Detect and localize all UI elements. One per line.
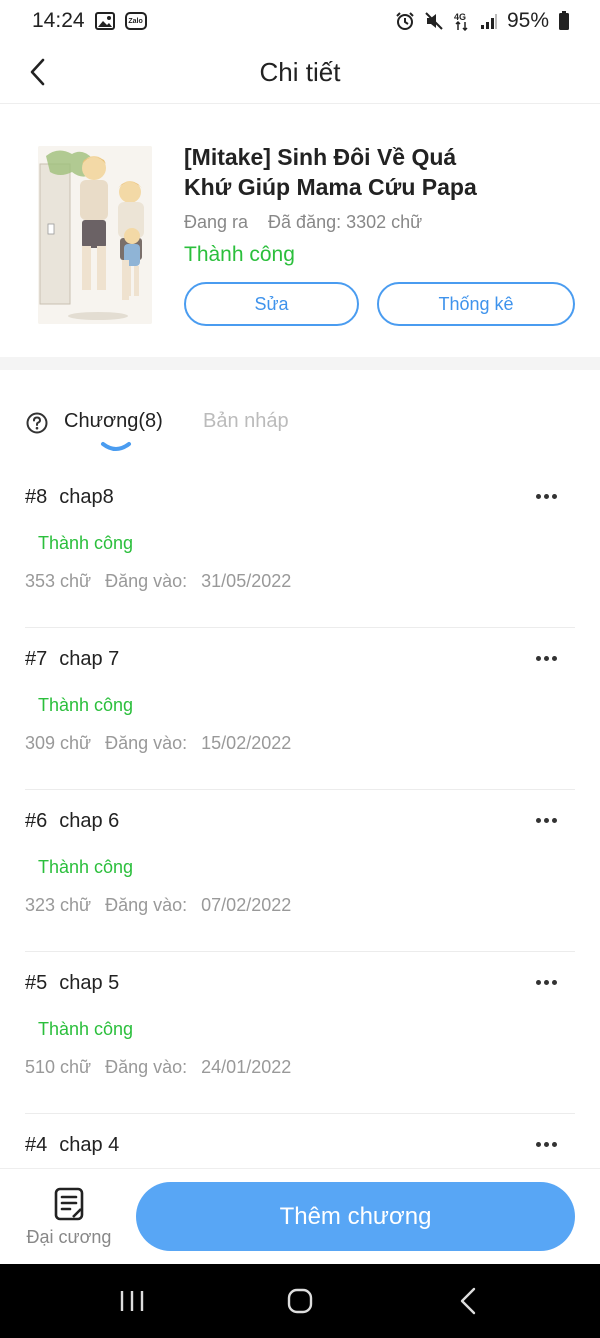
- chapter-heading: #8 chap8: [25, 486, 114, 509]
- chapter-number: #6: [25, 810, 48, 832]
- status-bar: 14:24 Zalo 4G 95%: [0, 0, 600, 42]
- chapter-list: #8 chap8 Thành công 353 chữ Đăng vào: 31…: [0, 466, 600, 1170]
- more-options-icon[interactable]: [533, 484, 559, 508]
- add-chapter-button[interactable]: Thêm chương: [136, 1182, 575, 1251]
- chapter-date-label: Đăng vào:: [105, 895, 188, 915]
- chapter-word-count: 510 chữ: [25, 1057, 92, 1077]
- edit-button[interactable]: Sửa: [184, 282, 359, 326]
- gallery-icon: [94, 12, 115, 30]
- book-cover-image[interactable]: [38, 146, 152, 324]
- chapter-meta: 309 chữ Đăng vào: 15/02/2022: [25, 733, 291, 754]
- chapter-word-count: 353 chữ: [25, 571, 92, 591]
- chapter-date-label: Đăng vào:: [105, 1057, 188, 1077]
- chapter-row[interactable]: #5 chap 5 Thành công 510 chữ Đăng vào: 2…: [25, 952, 575, 1114]
- chapter-heading: #7 chap 7: [25, 648, 119, 671]
- book-word-count: Đã đăng: 3302 chữ: [268, 212, 423, 232]
- chapter-date: 31/05/2022: [201, 571, 292, 591]
- chapter-meta: 510 chữ Đăng vào: 24/01/2022: [25, 1057, 291, 1078]
- tab-bar: Chương(8) Bản nháp: [0, 404, 600, 460]
- chapter-heading: #5 chap 5: [25, 972, 119, 995]
- chapter-number: #4: [25, 1134, 48, 1156]
- chapter-meta: 323 chữ Đăng vào: 07/02/2022: [25, 895, 291, 916]
- chapter-row[interactable]: #4 chap 4: [25, 1114, 575, 1170]
- chapter-row[interactable]: #8 chap8 Thành công 353 chữ Đăng vào: 31…: [25, 466, 575, 628]
- chapter-meta: 353 chữ Đăng vào: 31/05/2022: [25, 571, 291, 592]
- chapter-status: Thành công: [38, 857, 134, 877]
- chapter-date: 15/02/2022: [201, 733, 292, 753]
- system-nav-bar: [0, 1264, 600, 1338]
- chapter-name: chap 7: [59, 648, 120, 670]
- signal-icon: [480, 12, 498, 30]
- svg-text:4G: 4G: [454, 12, 466, 22]
- chapter-status: Thành công: [38, 533, 134, 553]
- home-button[interactable]: [280, 1286, 320, 1316]
- battery-percent: 95%: [506, 9, 549, 32]
- more-options-icon[interactable]: [533, 808, 559, 832]
- recent-apps-button[interactable]: [112, 1286, 152, 1316]
- more-options-icon[interactable]: [533, 970, 559, 994]
- chapter-word-count: 323 chữ: [25, 895, 92, 915]
- stats-button[interactable]: Thống kê: [377, 282, 575, 326]
- system-back-button[interactable]: [448, 1286, 488, 1316]
- outline-label: Đại cương: [26, 1227, 112, 1247]
- chapter-name: chap 4: [59, 1134, 120, 1156]
- chapter-row[interactable]: #7 chap 7 Thành công 309 chữ Đăng vào: 1…: [25, 628, 575, 790]
- chapter-name: chap 5: [59, 972, 120, 994]
- book-title: [Mitake] Sinh Đôi Về Quá Khứ Giúp Mama C…: [184, 144, 477, 200]
- more-options-icon[interactable]: [533, 1132, 559, 1156]
- section-divider: [0, 357, 600, 370]
- chapter-date: 07/02/2022: [201, 895, 292, 915]
- chapter-number: #7: [25, 648, 48, 670]
- home-icon: [287, 1288, 313, 1314]
- mute-icon: [424, 11, 444, 31]
- back-button[interactable]: [22, 54, 52, 90]
- chapter-status: Thành công: [38, 1019, 134, 1039]
- tab-active-indicator: [100, 440, 132, 454]
- book-state: Đang ra: [184, 212, 249, 232]
- network-4g-icon: 4G: [453, 11, 471, 31]
- system-back-icon: [460, 1287, 476, 1315]
- alarm-icon: [395, 11, 415, 31]
- battery-icon: [558, 11, 570, 31]
- chapter-name: chap8: [59, 486, 114, 508]
- chevron-left-icon: [30, 58, 45, 86]
- bottom-action-bar: Đại cương Thêm chương: [0, 1168, 600, 1264]
- book-card: [Mitake] Sinh Đôi Về Quá Khứ Giúp Mama C…: [0, 140, 600, 336]
- top-header: Chi tiết: [0, 42, 600, 104]
- tab-chapters[interactable]: Chương(8): [64, 410, 163, 433]
- chapter-heading: #6 chap 6: [25, 810, 119, 833]
- chapter-row[interactable]: #6 chap 6 Thành công 323 chữ Đăng vào: 0…: [25, 790, 575, 952]
- outline-document-icon: [54, 1187, 84, 1221]
- zalo-icon: Zalo: [124, 12, 147, 30]
- chapter-name: chap 6: [59, 810, 120, 832]
- book-meta: Đang ra Đã đăng: 3302 chữ: [184, 212, 422, 233]
- chapter-word-count: 309 chữ: [25, 733, 92, 753]
- book-status: Thành công: [184, 243, 295, 266]
- chapter-heading: #4 chap 4: [25, 1134, 119, 1157]
- more-options-icon[interactable]: [533, 646, 559, 670]
- chapter-status: Thành công: [38, 695, 134, 715]
- chapter-date: 24/01/2022: [201, 1057, 292, 1077]
- chapter-date-label: Đăng vào:: [105, 571, 188, 591]
- outline-button[interactable]: Đại cương: [24, 1187, 114, 1253]
- tab-drafts[interactable]: Bản nháp: [203, 410, 289, 433]
- status-time: 14:24: [32, 9, 85, 32]
- recent-apps-icon: [120, 1291, 144, 1311]
- page-title: Chi tiết: [259, 57, 341, 87]
- chapter-date-label: Đăng vào:: [105, 733, 188, 753]
- help-icon[interactable]: [26, 412, 48, 434]
- chapter-number: #8: [25, 486, 48, 508]
- chapter-number: #5: [25, 972, 48, 994]
